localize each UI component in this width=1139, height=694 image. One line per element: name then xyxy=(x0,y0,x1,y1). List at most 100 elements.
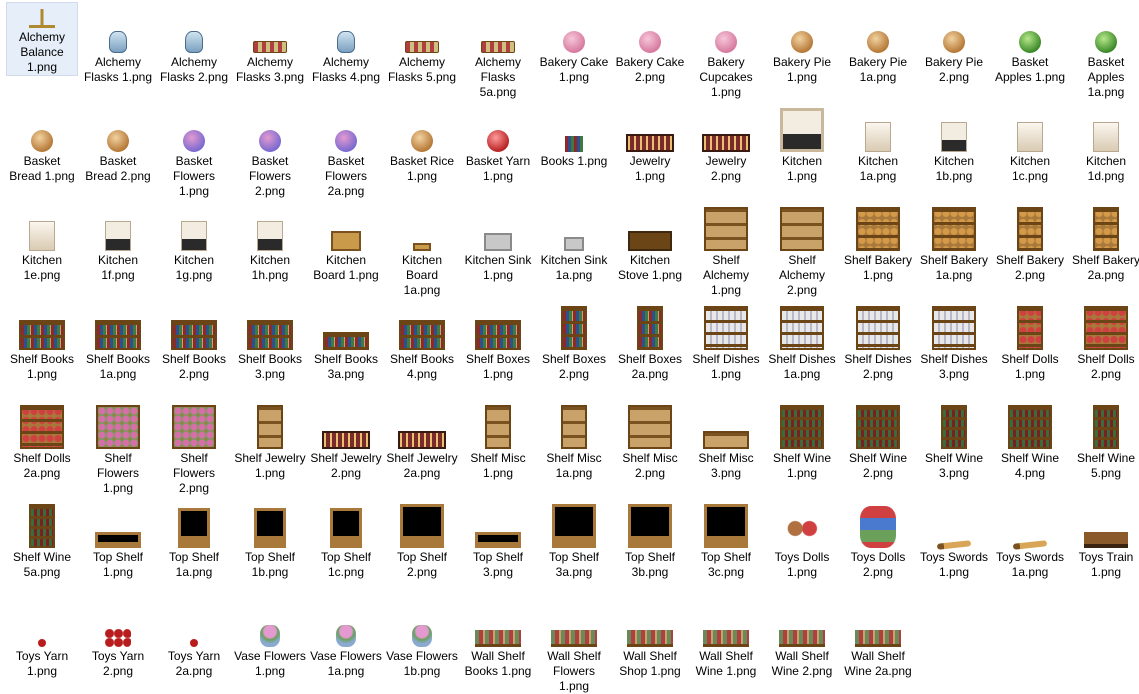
file-item[interactable]: Kitchen Stove 1.png xyxy=(614,200,686,283)
file-item[interactable]: Alchemy Flasks 1.png xyxy=(82,2,154,85)
file-item[interactable]: Bakery Pie 1.png xyxy=(766,2,838,85)
file-item[interactable]: Basket Yarn 1.png xyxy=(462,101,534,184)
file-item[interactable]: Kitchen 1h.png xyxy=(234,200,306,283)
file-item[interactable]: Shelf Dolls 2.png xyxy=(1070,299,1139,382)
file-item[interactable]: Shelf Books 1a.png xyxy=(82,299,154,382)
file-item[interactable]: Toys Swords 1.png xyxy=(918,497,990,580)
file-item[interactable]: Jewelry 2.png xyxy=(690,101,762,184)
file-item[interactable]: Shelf Bakery 1a.png xyxy=(918,200,990,283)
file-item[interactable]: Kitchen 1.png xyxy=(766,101,838,184)
file-item[interactable]: Wall Shelf Wine 1.png xyxy=(690,596,762,679)
file-item[interactable]: Shelf Wine 1.png xyxy=(766,398,838,481)
file-item[interactable]: Books 1.png xyxy=(538,101,610,169)
file-item[interactable]: Wall Shelf Wine 2.png xyxy=(766,596,838,679)
file-item[interactable]: Shelf Books 4.png xyxy=(386,299,458,382)
file-item[interactable]: Shelf Boxes 1.png xyxy=(462,299,534,382)
file-item[interactable]: Toys Yarn 2.png xyxy=(82,596,154,679)
file-item[interactable]: Kitchen 1d.png xyxy=(1070,101,1139,184)
file-item[interactable]: Kitchen 1f.png xyxy=(82,200,154,283)
file-item[interactable]: Basket Bread 1.png xyxy=(6,101,78,184)
file-item[interactable]: Top Shelf 3a.png xyxy=(538,497,610,580)
file-item[interactable]: Shelf Alchemy 1.png xyxy=(690,200,762,298)
file-item[interactable]: Top Shelf 3.png xyxy=(462,497,534,580)
file-item[interactable]: Top Shelf 1.png xyxy=(82,497,154,580)
file-item[interactable]: Vase Flowers 1a.png xyxy=(310,596,382,679)
file-item[interactable]: Alchemy Flasks 2.png xyxy=(158,2,230,85)
file-item[interactable]: Top Shelf 1b.png xyxy=(234,497,306,580)
file-item[interactable]: Shelf Alchemy 2.png xyxy=(766,200,838,298)
file-item[interactable]: Shelf Books 1.png xyxy=(6,299,78,382)
file-item[interactable]: Kitchen 1b.png xyxy=(918,101,990,184)
file-item[interactable]: Basket Apples 1a.png xyxy=(1070,2,1139,100)
file-item[interactable]: Shelf Misc 2.png xyxy=(614,398,686,481)
file-item[interactable]: Shelf Wine 2.png xyxy=(842,398,914,481)
file-item[interactable]: Kitchen 1a.png xyxy=(842,101,914,184)
file-item[interactable]: Shelf Flowers 2.png xyxy=(158,398,230,496)
file-item[interactable]: Basket Apples 1.png xyxy=(994,2,1066,85)
file-item[interactable]: Toys Yarn 2a.png xyxy=(158,596,230,679)
file-item[interactable]: Top Shelf 1c.png xyxy=(310,497,382,580)
file-item[interactable]: Wall Shelf Shop 1.png xyxy=(614,596,686,679)
file-item[interactable]: Kitchen Board 1a.png xyxy=(386,200,458,298)
file-item[interactable]: Toys Swords 1a.png xyxy=(994,497,1066,580)
file-item[interactable]: Toys Train 1.png xyxy=(1070,497,1139,580)
file-item[interactable]: Shelf Wine 5a.png xyxy=(6,497,78,580)
file-item[interactable]: Basket Flowers 1.png xyxy=(158,101,230,199)
file-item[interactable]: Wall Shelf Flowers 1.png xyxy=(538,596,610,694)
file-item[interactable]: Vase Flowers 1b.png xyxy=(386,596,458,679)
file-item[interactable]: Bakery Cake 2.png xyxy=(614,2,686,85)
file-item[interactable]: Kitchen Sink 1.png xyxy=(462,200,534,283)
file-item[interactable]: Wall Shelf Wine 2a.png xyxy=(842,596,914,679)
file-item[interactable]: Alchemy Flasks 4.png xyxy=(310,2,382,85)
file-item[interactable]: Alchemy Flasks 3.png xyxy=(234,2,306,85)
file-item[interactable]: Basket Flowers 2a.png xyxy=(310,101,382,199)
file-item[interactable]: Basket Flowers 2.png xyxy=(234,101,306,199)
file-item[interactable]: Top Shelf 1a.png xyxy=(158,497,230,580)
file-item[interactable]: Jewelry 1.png xyxy=(614,101,686,184)
file-item[interactable]: Bakery Pie 2.png xyxy=(918,2,990,85)
file-item[interactable]: Vase Flowers 1.png xyxy=(234,596,306,679)
file-item[interactable]: Top Shelf 3b.png xyxy=(614,497,686,580)
file-item[interactable]: Alchemy Flasks 5a.png xyxy=(462,2,534,100)
file-item[interactable]: Shelf Books 2.png xyxy=(158,299,230,382)
file-item[interactable]: Shelf Boxes 2.png xyxy=(538,299,610,382)
file-item[interactable]: Shelf Dishes 3.png xyxy=(918,299,990,382)
file-item[interactable]: Wall Shelf Books 1.png xyxy=(462,596,534,679)
file-item[interactable]: Shelf Books 3.png xyxy=(234,299,306,382)
file-item[interactable]: Shelf Bakery 1.png xyxy=(842,200,914,283)
file-item[interactable]: Shelf Wine 5.png xyxy=(1070,398,1139,481)
file-item[interactable]: Shelf Dolls 2a.png xyxy=(6,398,78,481)
file-item[interactable]: Shelf Dishes 1.png xyxy=(690,299,762,382)
file-item[interactable]: Shelf Dolls 1.png xyxy=(994,299,1066,382)
file-item[interactable]: Toys Yarn 1.png xyxy=(6,596,78,679)
file-item[interactable]: Top Shelf 3c.png xyxy=(690,497,762,580)
file-item[interactable]: Kitchen 1e.png xyxy=(6,200,78,283)
file-item[interactable]: Basket Bread 2.png xyxy=(82,101,154,184)
file-item[interactable]: Shelf Bakery 2.png xyxy=(994,200,1066,283)
file-item[interactable]: Shelf Misc 1.png xyxy=(462,398,534,481)
file-item[interactable]: Kitchen 1c.png xyxy=(994,101,1066,184)
file-item[interactable]: Alchemy Balance 1.png xyxy=(6,2,78,76)
file-item[interactable]: Shelf Bakery 2a.png xyxy=(1070,200,1139,283)
file-item[interactable]: Kitchen Sink 1a.png xyxy=(538,200,610,283)
file-item[interactable]: Toys Dolls 2.png xyxy=(842,497,914,580)
file-item[interactable]: Alchemy Flasks 5.png xyxy=(386,2,458,85)
file-item[interactable]: Shelf Dishes 2.png xyxy=(842,299,914,382)
file-item[interactable]: Shelf Wine 4.png xyxy=(994,398,1066,481)
file-item[interactable]: Bakery Cupcakes 1.png xyxy=(690,2,762,100)
file-item[interactable]: Shelf Wine 3.png xyxy=(918,398,990,481)
file-item[interactable]: Shelf Boxes 2a.png xyxy=(614,299,686,382)
file-item[interactable]: Shelf Dishes 1a.png xyxy=(766,299,838,382)
file-item[interactable]: Shelf Jewelry 1.png xyxy=(234,398,306,481)
file-item[interactable]: Shelf Misc 1a.png xyxy=(538,398,610,481)
file-item[interactable]: Bakery Pie 1a.png xyxy=(842,2,914,85)
file-item[interactable]: Top Shelf 2.png xyxy=(386,497,458,580)
file-item[interactable]: Kitchen 1g.png xyxy=(158,200,230,283)
file-item[interactable]: Shelf Flowers 1.png xyxy=(82,398,154,496)
file-item[interactable]: Toys Dolls 1.png xyxy=(766,497,838,580)
file-item[interactable]: Basket Rice 1.png xyxy=(386,101,458,184)
file-item[interactable]: Shelf Jewelry 2.png xyxy=(310,398,382,481)
file-item[interactable]: Kitchen Board 1.png xyxy=(310,200,382,283)
file-item[interactable]: Shelf Books 3a.png xyxy=(310,299,382,382)
file-item[interactable]: Bakery Cake 1.png xyxy=(538,2,610,85)
